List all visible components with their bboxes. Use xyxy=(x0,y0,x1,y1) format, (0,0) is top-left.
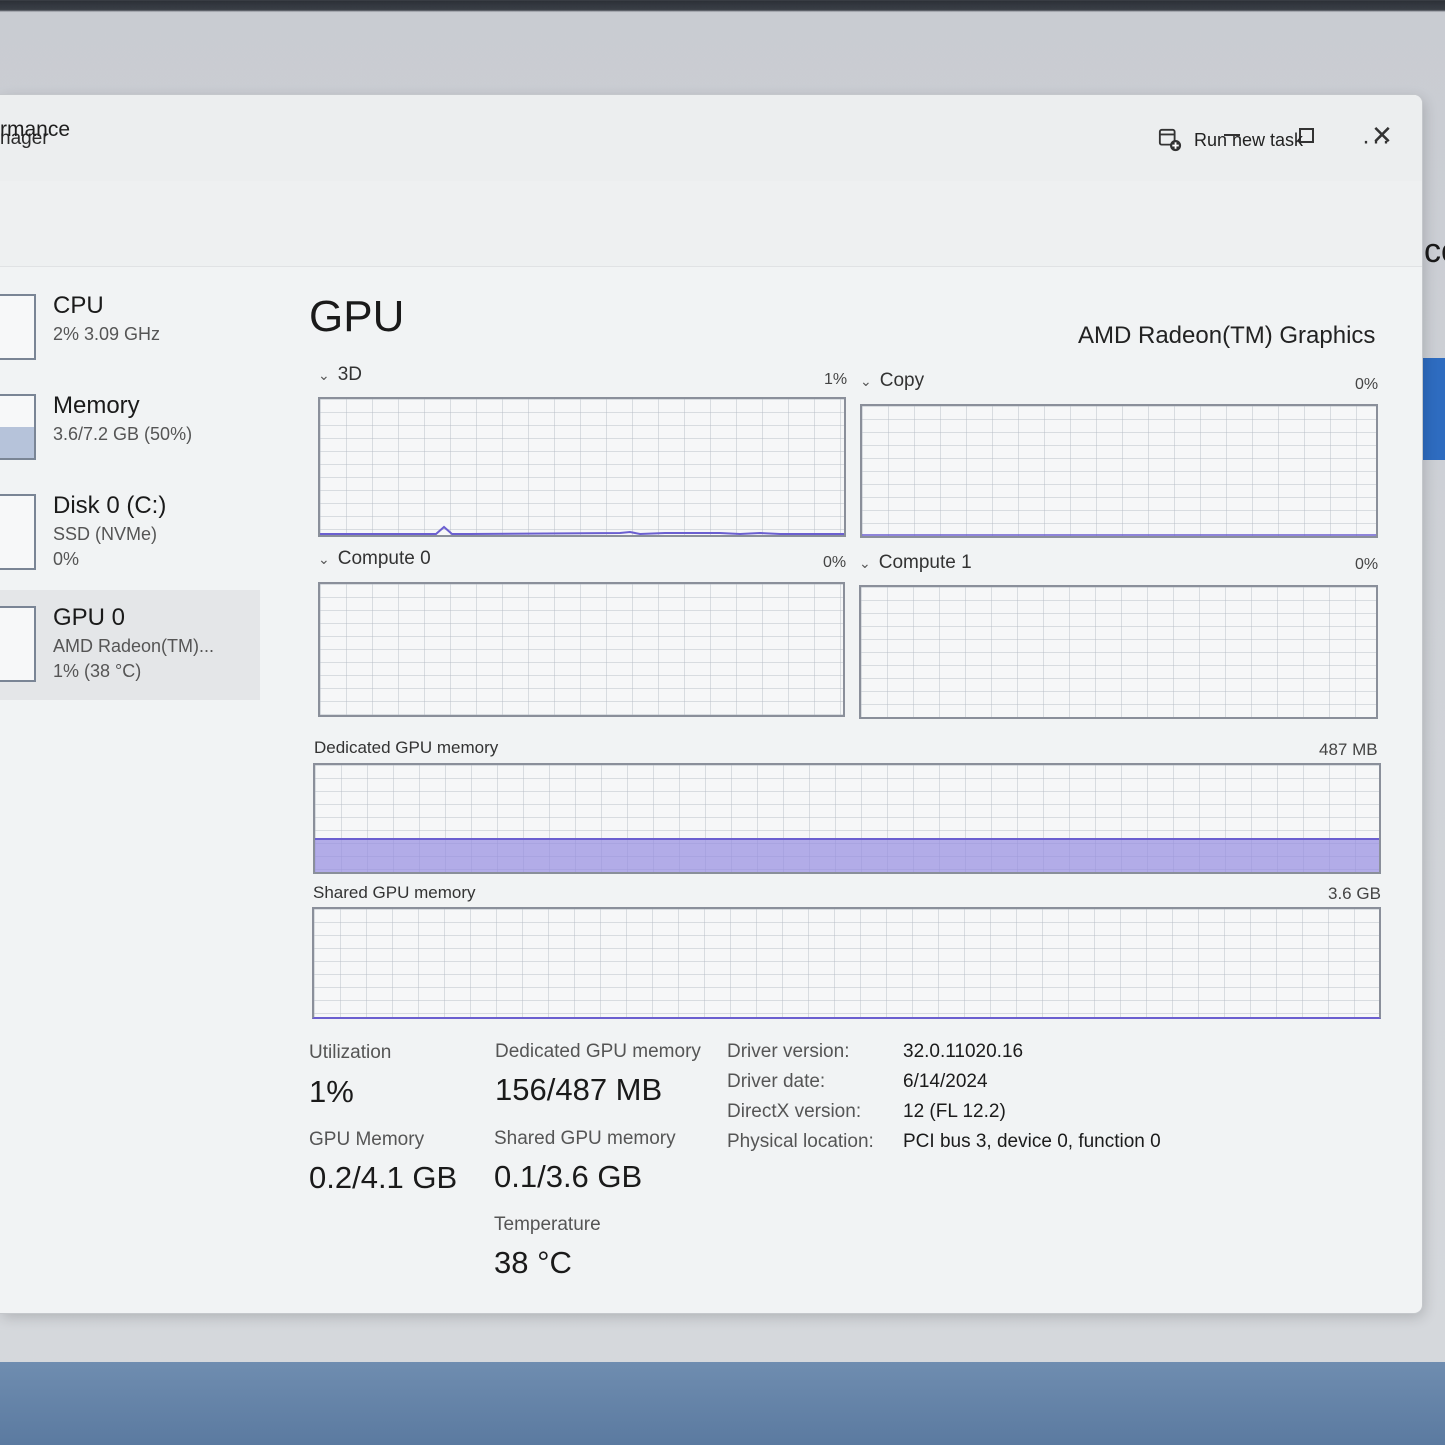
engine-percent: 1% xyxy=(824,371,848,388)
chevron-down-icon: ⌄ xyxy=(859,555,871,571)
driver-version-label: Driver version: xyxy=(727,1041,850,1062)
sidebar-item-detail: 1% (38 °C) xyxy=(53,661,142,681)
directx-version-value: 12 (FL 12.2) xyxy=(903,1101,1006,1122)
cpu-thumbnail-graph xyxy=(0,294,36,360)
gpu-memory-value: 0.2/4.1 GB xyxy=(309,1160,458,1195)
sidebar-item-label: Memory xyxy=(53,392,140,419)
sidebar-item-label: Disk 0 (C:) xyxy=(53,492,167,519)
dedicated-memory-label: Dedicated GPU memory xyxy=(495,1041,701,1062)
sidebar-item-memory[interactable]: Memory 3.6/7.2 GB (50%) xyxy=(0,388,260,488)
engine-selector-3d[interactable]: ⌄ 3D xyxy=(318,364,362,386)
background-window-tile xyxy=(1423,358,1445,460)
physical-location-label: Physical location: xyxy=(727,1131,874,1152)
memory-thumbnail-graph xyxy=(0,394,36,460)
chevron-down-icon: ⌄ xyxy=(318,551,330,567)
gpu-memory-label: GPU Memory xyxy=(309,1129,425,1150)
engine-selector-compute-1[interactable]: ⌄ Compute 1 xyxy=(859,552,972,574)
sidebar-item-cpu[interactable]: CPU 2% 3.09 GHz xyxy=(0,288,260,388)
engine-percent: 0% xyxy=(1355,556,1379,573)
disk-thumbnail-graph xyxy=(0,494,36,570)
sidebar-item-label: CPU xyxy=(53,292,104,319)
utilization-value: 1% xyxy=(309,1074,354,1109)
graph-3d-line xyxy=(320,525,844,535)
directx-version-label: DirectX version: xyxy=(727,1101,862,1122)
shared-memory-label: Shared GPU memory xyxy=(494,1128,676,1149)
graph-copy xyxy=(860,404,1378,538)
temperature-value: 38 °C xyxy=(494,1245,572,1280)
chevron-down-icon: ⌄ xyxy=(318,367,330,383)
engine-percent: 0% xyxy=(1355,376,1379,393)
sidebar-item-gpu[interactable]: GPU 0 AMD Radeon(TM)... 1% (38 °C) xyxy=(0,590,260,700)
sidebar-item-detail: 0% xyxy=(53,549,80,569)
sidebar-item-detail: 3.6/7.2 GB (50%) xyxy=(53,424,193,444)
engine-label: Copy xyxy=(879,370,925,391)
desktop-background xyxy=(0,1362,1445,1445)
dedicated-memory-graph-label: Dedicated GPU memory xyxy=(314,738,499,757)
run-new-task-label: Run new task xyxy=(1194,129,1304,150)
memory-thumbnail-fill xyxy=(0,427,34,458)
sidebar-item-detail: AMD Radeon(TM)... xyxy=(53,636,215,656)
graph-3d xyxy=(318,397,846,537)
graph-compute-0 xyxy=(318,582,845,717)
engine-label: 3D xyxy=(337,364,363,385)
sidebar-item-disk[interactable]: Disk 0 (C:) SSD (NVMe) 0% xyxy=(0,488,260,588)
sidebar-item-detail: 2% 3.09 GHz xyxy=(53,324,161,344)
utilization-label: Utilization xyxy=(309,1042,392,1063)
gpu-heading: GPU xyxy=(309,292,405,341)
temperature-label: Temperature xyxy=(494,1214,601,1235)
command-bar xyxy=(0,181,1422,267)
shared-memory-graph-label: Shared GPU memory xyxy=(313,883,476,902)
engine-percent: 0% xyxy=(823,554,847,571)
graph-copy-line xyxy=(862,534,1376,536)
engine-selector-copy[interactable]: ⌄ Copy xyxy=(860,370,924,392)
sidebar-item-label: GPU 0 xyxy=(53,604,126,631)
background-window-text: co xyxy=(1424,232,1445,270)
run-task-icon xyxy=(1158,128,1182,152)
dedicated-memory-fill xyxy=(315,837,1379,872)
gpu-model-name: AMD Radeon(TM) Graphics xyxy=(1078,322,1376,349)
graph-shared-memory xyxy=(312,907,1381,1019)
chevron-down-icon: ⌄ xyxy=(860,373,872,389)
engine-label: Compute 0 xyxy=(337,548,431,569)
driver-date-label: Driver date: xyxy=(727,1071,826,1092)
driver-date-value: 6/14/2024 xyxy=(903,1071,988,1092)
shared-memory-max: 3.6 GB xyxy=(1328,884,1381,903)
more-options-button[interactable]: ··· xyxy=(1362,128,1392,156)
driver-version-value: 32.0.11020.16 xyxy=(903,1041,1024,1062)
physical-location-value: PCI bus 3, device 0, function 0 xyxy=(903,1131,1161,1152)
sidebar-item-detail: SSD (NVMe) xyxy=(53,524,158,544)
engine-label: Compute 1 xyxy=(878,552,972,573)
shared-memory-value: 0.1/3.6 GB xyxy=(494,1159,643,1194)
graph-compute-1 xyxy=(859,585,1378,719)
gpu-thumbnail-graph xyxy=(0,606,36,682)
page-title: rmance xyxy=(0,118,71,141)
graph-dedicated-memory xyxy=(313,763,1381,874)
engine-selector-compute-0[interactable]: ⌄ Compute 0 xyxy=(318,548,431,570)
run-new-task-button[interactable]: Run new task xyxy=(1158,125,1303,155)
dedicated-memory-max: 487 MB xyxy=(1319,740,1378,759)
dedicated-memory-value: 156/487 MB xyxy=(495,1072,663,1107)
